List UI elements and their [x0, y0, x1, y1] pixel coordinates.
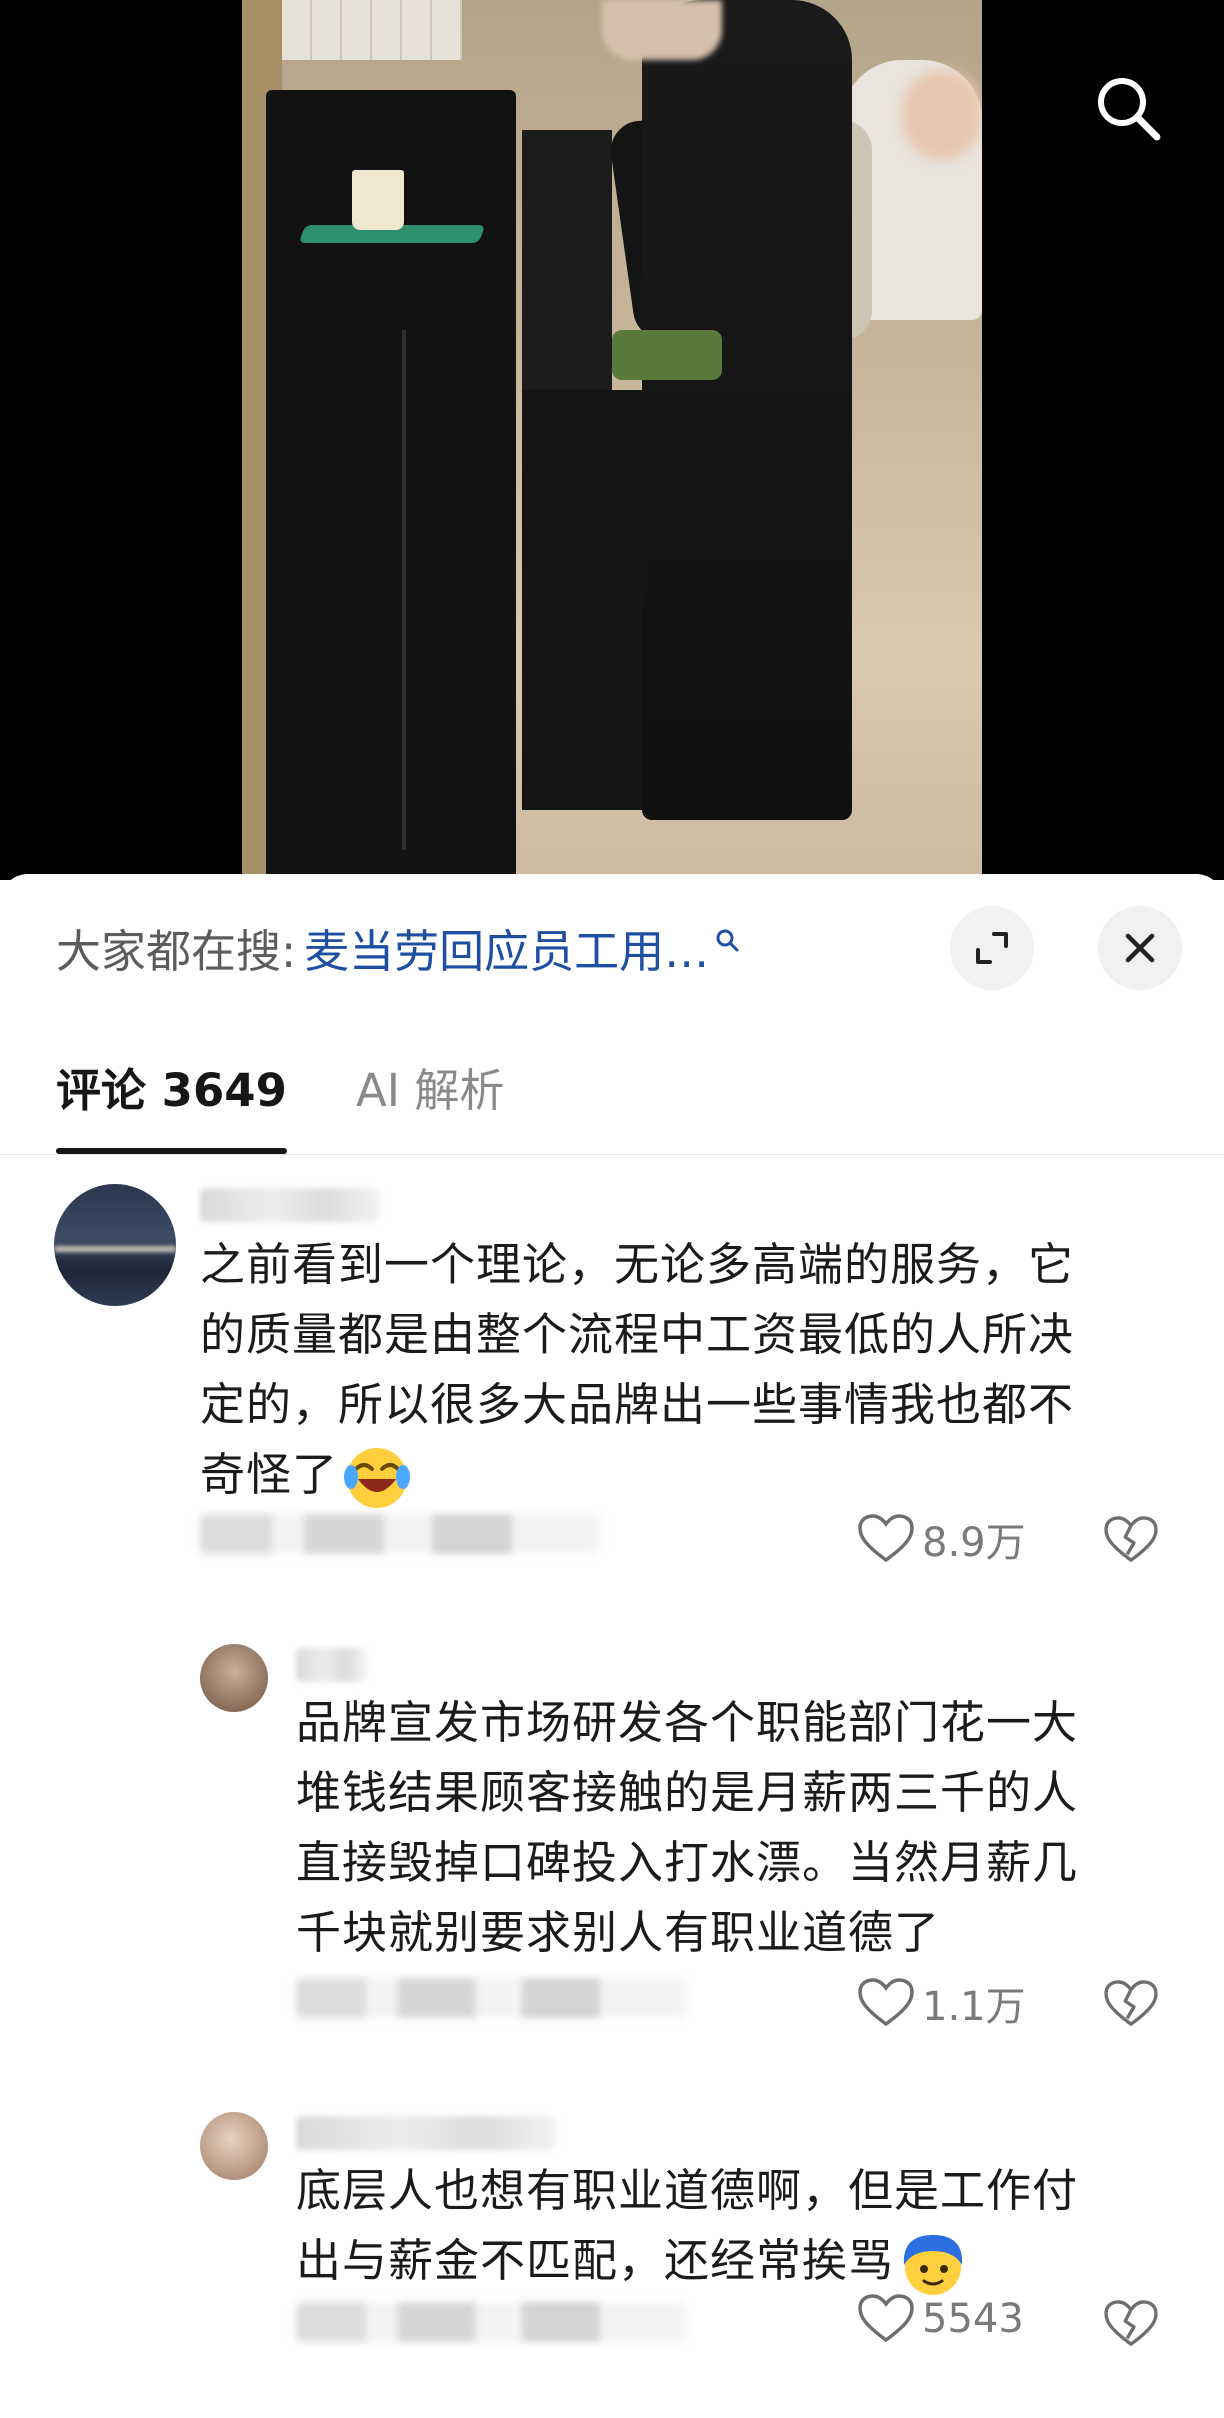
- like-count: 8.9万: [922, 1520, 1026, 1566]
- heart-icon: [858, 1978, 914, 2027]
- comment-line: 出与薪金不匹配，还经常挨骂: [296, 2234, 895, 2287]
- comment-line: 堆钱结果顾客接触的是月薪两三千的人: [296, 1766, 1079, 1819]
- comment-meta-blurred: [296, 1978, 686, 2018]
- username-blurred[interactable]: [200, 1188, 380, 1222]
- tab-comments-label: 评论 3649: [56, 1064, 287, 1117]
- username-blurred[interactable]: [296, 2116, 556, 2150]
- small-search-icon: [716, 929, 739, 952]
- comment-line: 奇怪了: [200, 1448, 339, 1501]
- tab-bar: 评论 3649 AI 解析: [0, 1054, 1224, 1155]
- tab-ai-label: AI 解析: [356, 1064, 505, 1117]
- reply-item: 品牌宣发市场研发各个职能部门花一大 堆钱结果顾客接触的是月薪两三千的人 直接毁掉…: [0, 1644, 1224, 2064]
- reply-item: 底层人也想有职业道德啊，但是工作付 出与薪金不匹配，还经常挨骂 5543: [0, 2112, 1224, 2412]
- comment-line: 之前看到一个理论，无论多高端的服务，它: [200, 1238, 1075, 1291]
- expand-icon: [976, 932, 1008, 964]
- active-tab-indicator: [56, 1148, 287, 1154]
- heart-icon: [858, 1514, 914, 1563]
- like-button[interactable]: 8.9万: [858, 1510, 1026, 1568]
- like-count: 1.1万: [922, 1984, 1026, 2030]
- dislike-button[interactable]: [1104, 1516, 1158, 1568]
- hot-search-query-link[interactable]: 麦当劳回应员工用…: [304, 915, 709, 980]
- broken-heart-icon: [1104, 2300, 1158, 2347]
- comment-line: 品牌宣发市场研发各个职能部门花一大: [296, 1696, 1079, 1749]
- dislike-button[interactable]: [1104, 1980, 1158, 2032]
- blue-hair-face-emoji: [903, 2235, 963, 2295]
- comments-panel: 大家都在搜: 麦当劳回应员工用… 评论 3649 AI 解析 之前看到一个理论，…: [0, 874, 1224, 2418]
- dislike-button[interactable]: [1104, 2300, 1158, 2352]
- like-count: 5543: [922, 2296, 1024, 2342]
- comment-item: 之前看到一个理论，无论多高端的服务，它 的质量都是由整个流程中工资最低的人所决 …: [0, 1174, 1224, 1594]
- broken-heart-icon: [1104, 1516, 1158, 1563]
- comment-meta-blurred: [296, 2302, 686, 2342]
- like-button[interactable]: 5543: [858, 2294, 1024, 2344]
- tab-ai-analysis[interactable]: AI 解析: [356, 1054, 504, 1154]
- close-icon: [1125, 933, 1155, 963]
- comment-line: 的质量都是由整个流程中工资最低的人所决: [200, 1308, 1075, 1361]
- comment-line: 千块就别要求别人有职业道德了: [296, 1906, 941, 1959]
- avatar[interactable]: [200, 1644, 268, 1712]
- search-button[interactable]: [1090, 70, 1166, 146]
- tab-comments[interactable]: 评论 3649: [56, 1054, 287, 1154]
- expand-button[interactable]: [950, 906, 1034, 990]
- search-icon: [1098, 78, 1161, 141]
- comment-text: 底层人也想有职业道德啊，但是工作付 出与薪金不匹配，还经常挨骂: [296, 2156, 1196, 2299]
- video-frame: [242, 0, 982, 880]
- close-button[interactable]: [1098, 906, 1182, 990]
- like-button[interactable]: 1.1万: [858, 1974, 1026, 2032]
- hot-search-bar[interactable]: 大家都在搜: 麦当劳回应员工用…: [56, 922, 739, 978]
- laughing-crying-emoji: [344, 1448, 411, 1508]
- avatar[interactable]: [54, 1184, 176, 1306]
- avatar[interactable]: [200, 2112, 268, 2180]
- broken-heart-icon: [1104, 1980, 1158, 2027]
- comment-line: 定的，所以很多大品牌出一些事情我也都不: [200, 1378, 1075, 1431]
- comment-text: 品牌宣发市场研发各个职能部门花一大 堆钱结果顾客接触的是月薪两三千的人 直接毁掉…: [296, 1688, 1196, 1968]
- comment-line: 底层人也想有职业道德啊，但是工作付: [296, 2164, 1079, 2217]
- hot-search-prefix: 大家都在搜:: [56, 924, 297, 978]
- comment-text: 之前看到一个理论，无论多高端的服务，它 的质量都是由整个流程中工资最低的人所决 …: [200, 1230, 1180, 1513]
- comment-meta-blurred: [200, 1514, 600, 1554]
- comment-line: 直接毁掉口碑投入打水漂。当然月薪几: [296, 1836, 1079, 1889]
- heart-icon: [858, 2294, 914, 2343]
- username-blurred[interactable]: [296, 1648, 366, 1682]
- video-player[interactable]: [0, 0, 1224, 880]
